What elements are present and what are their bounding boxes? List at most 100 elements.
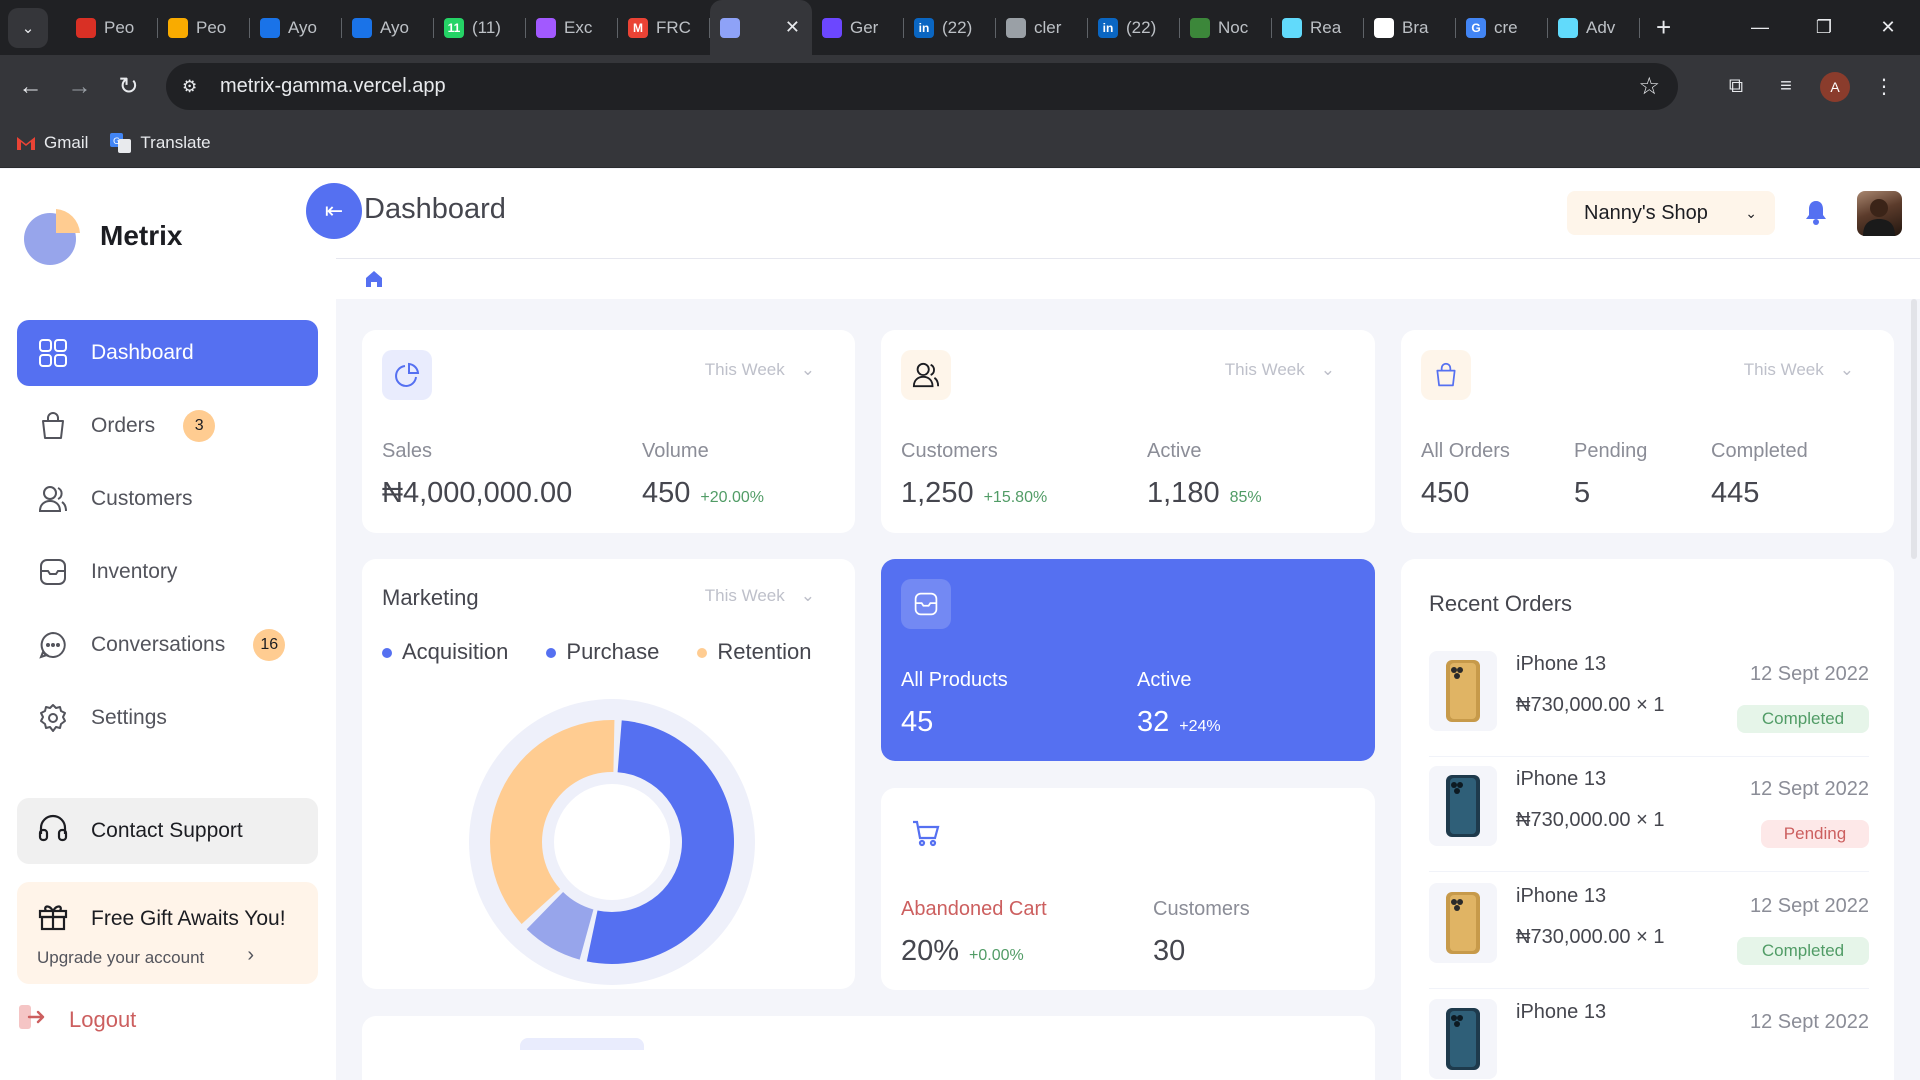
- home-icon[interactable]: [364, 269, 384, 294]
- close-window-icon[interactable]: ✕: [1856, 0, 1920, 55]
- tab-label: cler: [1034, 17, 1062, 37]
- order-product-name: iPhone 13: [1516, 768, 1607, 790]
- brand-logo[interactable]: Metrix: [22, 205, 182, 267]
- shop-selector[interactable]: Nanny's Shop ⌄: [1567, 191, 1775, 235]
- new-tab-icon[interactable]: +: [1656, 12, 1671, 43]
- logout-button[interactable]: Logout: [17, 1002, 136, 1038]
- period-label: This Week: [704, 586, 785, 605]
- recent-orders-card: Recent Orders iPhone 13 ₦730,000.00 × 1 …: [1401, 559, 1894, 1080]
- tab-label: Rea: [1310, 17, 1342, 37]
- dashboard-main: This Week ⌄ Sales ₦4,000,000.00 Volume 45…: [336, 299, 1920, 1080]
- user-avatar[interactable]: [1857, 191, 1902, 236]
- list-item[interactable]: iPhone 13 12 Sept 2022: [1429, 987, 1869, 1080]
- period-selector[interactable]: This Week ⌄: [1225, 360, 1335, 380]
- folder-icon: [37, 556, 69, 588]
- active-value: 1,180 85%: [1147, 477, 1262, 510]
- period-selector[interactable]: This Week ⌄: [705, 360, 815, 380]
- customers-label: Customers: [901, 440, 998, 462]
- url-text[interactable]: metrix-gamma.vercel.app: [220, 75, 446, 98]
- collapse-sidebar-button[interactable]: ⇤: [306, 183, 362, 239]
- address-bar[interactable]: ⚙ metrix-gamma.vercel.app ☆: [166, 63, 1678, 110]
- menu-icon[interactable]: ⋮: [1868, 74, 1900, 99]
- period-selector[interactable]: This Week ⌄: [705, 586, 815, 606]
- browser-tab[interactable]: ✕: [710, 0, 812, 55]
- bookmark-star-icon[interactable]: ☆: [1638, 72, 1660, 101]
- period-selector[interactable]: This Week ⌄: [1744, 360, 1854, 380]
- bottom-card-tab[interactable]: [520, 1038, 644, 1050]
- list-item[interactable]: iPhone 13 ₦730,000.00 × 1 12 Sept 2022 C…: [1429, 871, 1869, 989]
- completed-label: Completed: [1711, 440, 1808, 462]
- sidebar-item-label: Inventory: [91, 560, 178, 583]
- period-label: This Week: [704, 360, 785, 379]
- browser-tab[interactable]: in (22): [904, 0, 996, 55]
- tab-favicon-icon: [168, 17, 188, 38]
- sidebar-item-inventory[interactable]: Inventory: [17, 539, 318, 605]
- back-icon[interactable]: ←: [6, 73, 55, 101]
- media-control-icon[interactable]: ≡: [1770, 75, 1802, 98]
- gift-banner[interactable]: Free Gift Awaits You! Upgrade your accou…: [17, 882, 318, 984]
- folder-icon: [901, 579, 951, 629]
- forward-icon[interactable]: →: [55, 73, 104, 101]
- list-item[interactable]: iPhone 13 ₦730,000.00 × 1 12 Sept 2022 C…: [1429, 639, 1869, 757]
- sidebar-item-orders[interactable]: Orders 3: [17, 393, 318, 459]
- browser-tab[interactable]: Bra: [1364, 0, 1456, 55]
- tab-label: Bra: [1402, 17, 1429, 37]
- sidebar-item-dashboard[interactable]: Dashboard: [17, 320, 318, 386]
- svg-text:G: G: [113, 137, 120, 147]
- browser-tab[interactable]: Ayo: [250, 0, 342, 55]
- site-info-icon[interactable]: ⚙: [182, 77, 208, 97]
- browser-tab[interactable]: cler: [996, 0, 1088, 55]
- sidebar-item-conversations[interactable]: Conversations 16: [17, 612, 318, 678]
- headphones-icon: [37, 812, 69, 850]
- orders-count-badge: 3: [183, 410, 216, 442]
- close-tab-icon[interactable]: ✕: [785, 17, 800, 38]
- minimize-icon[interactable]: —: [1728, 0, 1792, 55]
- abandoned-cart-card: Abandoned Cart 20% +0.00% Customers 30: [881, 788, 1375, 990]
- sidebar-item-customers[interactable]: Customers: [17, 466, 318, 532]
- browser-tab[interactable]: Noc: [1180, 0, 1272, 55]
- chevron-right-icon[interactable]: ›: [247, 944, 254, 967]
- restore-icon[interactable]: ❐: [1792, 0, 1856, 55]
- main-scrollbar[interactable]: [1911, 299, 1917, 559]
- tab-search-button[interactable]: ⌄: [8, 7, 48, 48]
- browser-tab[interactable]: 11 (11): [434, 0, 526, 55]
- legend-label: Acquisition: [402, 639, 509, 664]
- tab-label: FRC: [656, 17, 691, 37]
- list-item[interactable]: iPhone 13 ₦730,000.00 × 1 12 Sept 2022 P…: [1429, 754, 1869, 872]
- notification-bell-icon[interactable]: [1804, 199, 1828, 230]
- browser-tab[interactable]: Rea: [1272, 0, 1364, 55]
- marketing-legend: Acquisition Purchase Retention: [382, 639, 812, 665]
- recent-orders-title: Recent Orders: [1429, 591, 1573, 616]
- extensions-icon[interactable]: ⧉: [1720, 75, 1752, 98]
- bookmark-gmail[interactable]: Gmail: [16, 133, 88, 153]
- browser-tab[interactable]: in (22): [1088, 0, 1180, 55]
- tab-label: cre: [1494, 17, 1518, 37]
- browser-tab[interactable]: Peo: [66, 0, 158, 55]
- tab-favicon-icon: [1190, 17, 1210, 38]
- active-products-count: 32: [1137, 706, 1170, 738]
- active-products-value: 32 +24%: [1137, 706, 1221, 739]
- status-badge: Completed: [1737, 705, 1869, 733]
- volume-amount: 450: [642, 477, 691, 509]
- browser-tab[interactable]: Gcre: [1456, 0, 1548, 55]
- bookmark-translate[interactable]: G Translate: [110, 132, 211, 153]
- browser-tab[interactable]: Ger: [812, 0, 904, 55]
- reload-icon[interactable]: ↻: [104, 72, 153, 101]
- browser-tab[interactable]: Ayo: [342, 0, 434, 55]
- order-product-name: iPhone 13: [1516, 885, 1607, 907]
- sidebar-item-label: Settings: [91, 706, 167, 729]
- browser-tab[interactable]: Peo: [158, 0, 250, 55]
- sales-amount: ₦4,000,000.00: [382, 477, 573, 509]
- sales-card: This Week ⌄ Sales ₦4,000,000.00 Volume 45…: [362, 330, 855, 533]
- phone-gold-thumbnail: [1429, 883, 1497, 963]
- legend-purchase: Purchase: [546, 639, 659, 665]
- profile-avatar[interactable]: A: [1820, 71, 1850, 102]
- contact-support-button[interactable]: Contact Support: [17, 798, 318, 864]
- completed-value: 445: [1711, 477, 1760, 509]
- support-label: Contact Support: [91, 819, 243, 842]
- all-products-label: All Products: [901, 669, 1008, 691]
- browser-tab[interactable]: Exc: [526, 0, 618, 55]
- browser-tab[interactable]: Adv: [1548, 0, 1640, 55]
- browser-tab[interactable]: M FRC: [618, 0, 710, 55]
- sidebar-item-settings[interactable]: Settings: [17, 685, 318, 751]
